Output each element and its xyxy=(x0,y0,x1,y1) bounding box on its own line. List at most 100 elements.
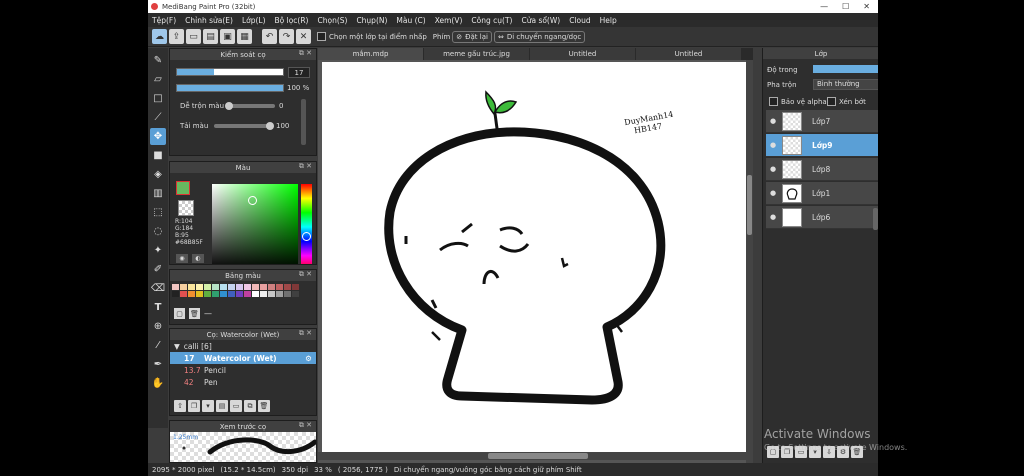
select-tool-icon[interactable]: ⬚ xyxy=(150,204,166,221)
cloud-icon[interactable]: ☁ xyxy=(152,29,167,44)
menu-snap[interactable]: Chụp(N) xyxy=(356,16,387,25)
close-icon[interactable]: ✕ xyxy=(296,29,311,44)
undo-icon[interactable]: ↶ xyxy=(262,29,277,44)
duplicate-icon[interactable]: ⧉ xyxy=(244,400,256,412)
magic-wand-tool-icon[interactable]: ✦ xyxy=(150,242,166,259)
palette-swatch[interactable] xyxy=(236,291,243,297)
layer-row[interactable]: ● Lớp8 xyxy=(766,158,878,181)
reload-slider[interactable] xyxy=(214,124,270,128)
fill-rect-tool-icon[interactable]: ■ xyxy=(150,147,166,164)
panel-icon[interactable]: ▤ xyxy=(203,29,218,44)
palette-swatch[interactable] xyxy=(188,291,195,297)
mix-slider-knob[interactable] xyxy=(225,102,233,110)
palette-swatch[interactable] xyxy=(276,291,283,297)
palette-swatch[interactable] xyxy=(172,291,179,297)
menu-select[interactable]: Chọn(S) xyxy=(317,16,347,25)
vertical-scrollbar[interactable] xyxy=(746,60,753,463)
lasso-tool-icon[interactable]: ◌ xyxy=(150,223,166,240)
divide-tool-icon[interactable]: ⊕ xyxy=(150,318,166,335)
menu-edit[interactable]: Chỉnh sửa(E) xyxy=(185,16,233,25)
minimize-button[interactable]: — xyxy=(820,2,828,11)
visibility-icon[interactable]: ● xyxy=(766,117,780,125)
maximize-button[interactable]: ☐ xyxy=(842,2,849,11)
delete-color-icon[interactable]: 🗑 xyxy=(189,308,200,319)
hue-slider[interactable] xyxy=(301,184,312,264)
frame-icon[interactable]: ▣ xyxy=(220,29,235,44)
select-eraser-tool-icon[interactable]: ⌫ xyxy=(150,280,166,297)
layer-row[interactable]: ● Lớp7 xyxy=(766,110,878,133)
collapse-icon[interactable]: ▼ xyxy=(174,342,180,351)
palette-swatch[interactable] xyxy=(212,291,219,297)
palette-swatch[interactable] xyxy=(244,291,251,297)
menu-help[interactable]: Help xyxy=(600,16,617,25)
reload-slider-knob[interactable] xyxy=(266,122,274,130)
menu-color[interactable]: Màu (C) xyxy=(396,16,425,25)
eyedropper-tool-icon[interactable]: ⁄ xyxy=(150,337,166,354)
move-tool-icon[interactable]: ✥ xyxy=(150,128,166,145)
move-horizontal-vertical-button[interactable]: ⇔ Di chuyển ngang/dọc xyxy=(493,30,586,43)
upload-icon[interactable]: ⇪ xyxy=(169,29,184,44)
menu-view[interactable]: Xem(V) xyxy=(435,16,463,25)
tab-document[interactable]: mắm.mdp xyxy=(318,48,423,60)
sv-picker-cursor[interactable] xyxy=(248,196,257,205)
layer-row[interactable]: ● Lớp9 xyxy=(766,134,878,157)
palette-swatch[interactable] xyxy=(220,291,227,297)
menu-filter[interactable]: Bộ lọc(R) xyxy=(275,16,309,25)
reset-button[interactable]: ⊘ Đặt lại xyxy=(452,30,492,43)
panel-options-icon[interactable]: ⧉ ✕ xyxy=(299,162,312,171)
layer-row[interactable]: ● Lớp6 xyxy=(766,206,878,229)
palette-swatch[interactable] xyxy=(260,284,267,290)
folder-icon[interactable]: ▭ xyxy=(230,400,242,412)
palette-swatch[interactable] xyxy=(228,284,235,290)
brush-group[interactable]: ▼ calli [6] xyxy=(170,340,316,352)
layer-row[interactable]: ● Lớp1 xyxy=(766,182,878,205)
panel-options-icon[interactable]: ⧉ ✕ xyxy=(299,270,312,279)
palette-swatch[interactable] xyxy=(196,284,203,290)
brush-control-scrollbar[interactable] xyxy=(301,99,306,145)
palette-swatch[interactable] xyxy=(180,284,187,290)
add-color-icon[interactable]: ▢ xyxy=(174,308,185,319)
visibility-icon[interactable]: ● xyxy=(766,165,780,173)
palette-swatch[interactable] xyxy=(196,291,203,297)
layer-opacity-slider[interactable] xyxy=(813,65,878,73)
palette-swatch[interactable] xyxy=(188,284,195,290)
comment-icon[interactable]: ▭ xyxy=(186,29,201,44)
hue-slider-cursor[interactable] xyxy=(302,232,311,241)
protect-alpha-checkbox[interactable]: Bảo vệ alpha xyxy=(769,97,827,106)
palette-swatch[interactable] xyxy=(292,291,299,297)
gear-icon[interactable]: ⚙ xyxy=(305,354,312,363)
brush-menu-icon[interactable]: ▾ xyxy=(202,400,214,412)
layer-scrollbar[interactable] xyxy=(873,208,878,230)
add-brush-icon[interactable]: ⇧ xyxy=(174,400,186,412)
trash-icon[interactable]: 🗑 xyxy=(258,400,270,412)
menu-cloud[interactable]: Cloud xyxy=(569,16,590,25)
palette-swatch[interactable] xyxy=(284,291,291,297)
palette-swatch[interactable] xyxy=(244,284,251,290)
palette-swatch[interactable] xyxy=(172,284,179,290)
brush-opacity-slider[interactable] xyxy=(176,84,284,92)
color-swap-icon[interactable]: ◐ xyxy=(192,254,204,263)
rect-select-tool-icon[interactable]: □ xyxy=(150,90,166,107)
palette-swatch[interactable] xyxy=(180,291,187,297)
palette-swatch[interactable] xyxy=(276,284,283,290)
palette-swatch[interactable] xyxy=(236,284,243,290)
grid-icon[interactable]: ▦ xyxy=(237,29,252,44)
tab-document[interactable]: Untitled xyxy=(636,48,741,60)
copy-brush-icon[interactable]: ❐ xyxy=(188,400,200,412)
pen-tool-icon[interactable]: ✒ xyxy=(150,356,166,373)
palette-swatch[interactable] xyxy=(268,291,275,297)
visibility-icon[interactable]: ● xyxy=(766,141,780,149)
text-tool-icon[interactable]: T xyxy=(150,299,166,316)
blend-mode-select[interactable]: Bình thường xyxy=(813,79,878,90)
palette-swatch[interactable] xyxy=(252,284,259,290)
horizontal-scroll-thumb[interactable] xyxy=(488,453,588,459)
vertical-scroll-thumb[interactable] xyxy=(747,175,752,235)
palette-swatch[interactable] xyxy=(228,291,235,297)
brush-tool-icon[interactable]: ✎ xyxy=(150,52,166,69)
visibility-icon[interactable]: ● xyxy=(766,189,780,197)
brush-item[interactable]: 13.7 Pencil xyxy=(170,364,316,376)
panel-options-icon[interactable]: ⧉ ✕ xyxy=(299,421,312,430)
brush-size-value[interactable]: 17 xyxy=(288,67,310,78)
palette-swatch[interactable] xyxy=(204,284,211,290)
visibility-icon[interactable]: ● xyxy=(766,213,780,221)
